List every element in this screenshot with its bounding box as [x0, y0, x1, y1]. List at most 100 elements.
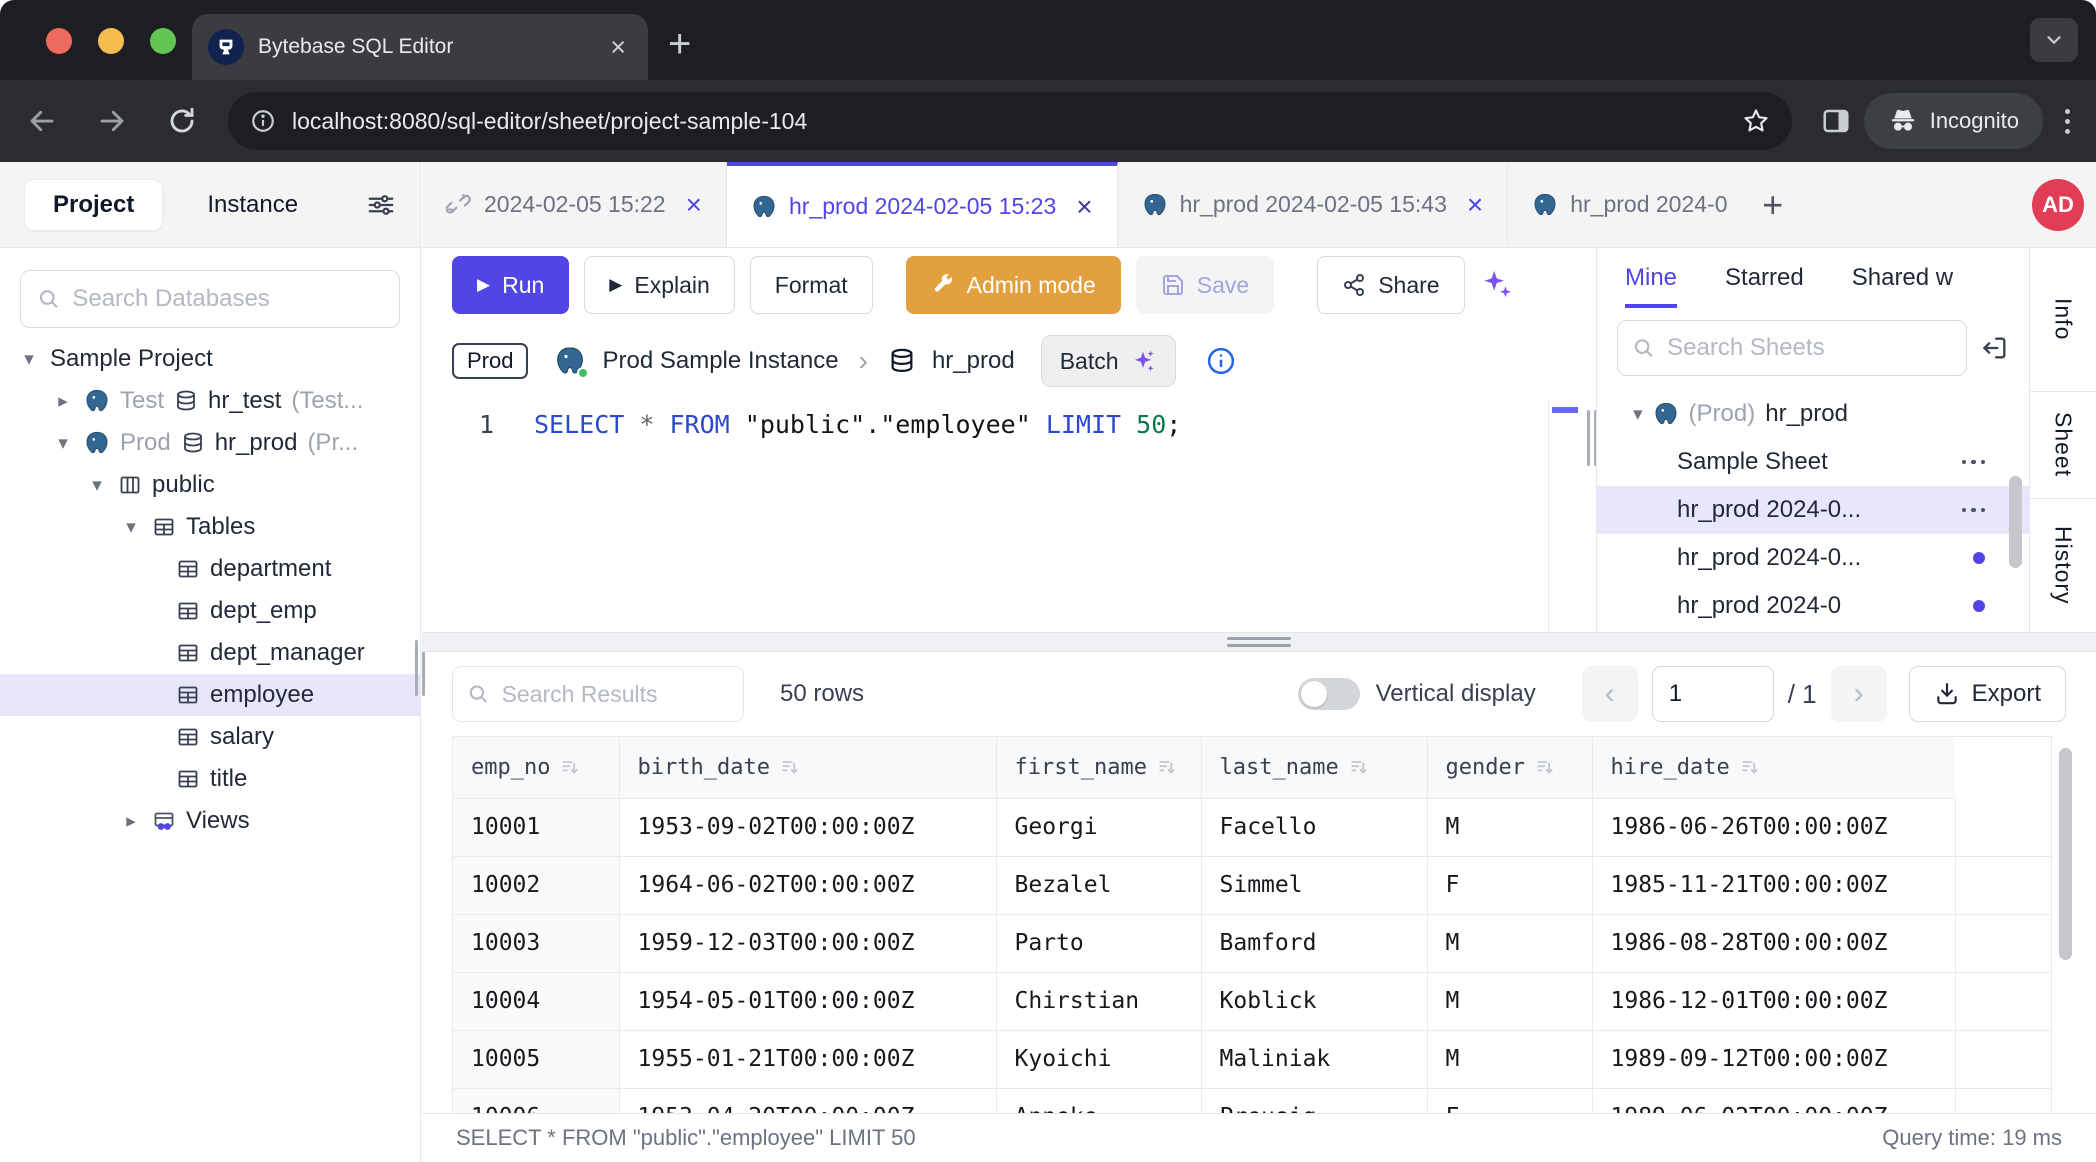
tree-item-table-dept-emp[interactable]: dept_emp: [0, 590, 420, 632]
run-button[interactable]: ▶Run: [452, 256, 569, 314]
cell-gender[interactable]: F: [1427, 856, 1592, 914]
cell-last-name[interactable]: Preusig: [1201, 1088, 1427, 1113]
minimize-window-button[interactable]: [98, 28, 124, 54]
cell-hire-date[interactable]: 1985-11-21T00:00:00Z: [1592, 856, 1955, 914]
close-tab-icon[interactable]: ×: [1467, 189, 1483, 221]
caret-down-icon[interactable]: ▾: [52, 432, 74, 455]
column-header[interactable]: hire_date: [1592, 737, 1955, 798]
tree-item-views[interactable]: ▸ Views: [0, 800, 420, 842]
tree-item-table-employee[interactable]: employee: [0, 674, 420, 716]
results-search-input[interactable]: [502, 681, 729, 708]
tree-item-db-prod[interactable]: ▾ Prod hr_prod (Pr...: [0, 422, 420, 464]
tab-list-chevron-icon[interactable]: [2030, 18, 2078, 62]
sheet-scrollbar[interactable]: [2009, 476, 2022, 568]
cell-last-name[interactable]: Maliniak: [1201, 1030, 1427, 1088]
browser-tab[interactable]: Bytebase SQL Editor ×: [192, 14, 648, 80]
results-search[interactable]: [452, 666, 744, 722]
cell-birth-date[interactable]: 1953-04-20T00:00:00Z: [619, 1088, 996, 1113]
cell-last-name[interactable]: Simmel: [1201, 856, 1427, 914]
cell-emp-no[interactable]: 10002: [453, 856, 619, 914]
caret-right-icon[interactable]: ▸: [52, 390, 74, 413]
cell-first-name[interactable]: Chirstian: [996, 972, 1201, 1030]
editor-tab-1[interactable]: 2024-02-05 15:22 ×: [422, 162, 727, 247]
cell-birth-date[interactable]: 1959-12-03T00:00:00Z: [619, 914, 996, 972]
close-tab-icon[interactable]: ×: [1076, 191, 1092, 223]
table-row[interactable]: 10006 1953-04-20T00:00:00Z Anneke Preusi…: [453, 1088, 2051, 1113]
table-row[interactable]: 10002 1964-06-02T00:00:00Z Bezalel Simme…: [453, 856, 2051, 914]
cell-last-name[interactable]: Facello: [1201, 798, 1427, 856]
sort-icon[interactable]: [1535, 757, 1555, 777]
table-row[interactable]: 10004 1954-05-01T00:00:00Z Chirstian Kob…: [453, 972, 2051, 1030]
sort-icon[interactable]: [1157, 757, 1177, 777]
database-search[interactable]: [20, 270, 400, 328]
sort-icon[interactable]: [1349, 757, 1369, 777]
site-info-icon[interactable]: [250, 108, 276, 134]
tab-mine[interactable]: Mine: [1625, 264, 1677, 308]
maximize-window-button[interactable]: [150, 28, 176, 54]
sheet-menu-icon[interactable]: [1962, 460, 1986, 465]
format-button[interactable]: Format: [750, 256, 873, 314]
cell-first-name[interactable]: Anneke: [996, 1088, 1201, 1113]
new-sheet-tab-button[interactable]: +: [1744, 184, 1801, 226]
cell-emp-no[interactable]: 10003: [453, 914, 619, 972]
cell-birth-date[interactable]: 1955-01-21T00:00:00Z: [619, 1030, 996, 1088]
filter-sliders-icon[interactable]: [366, 190, 396, 220]
admin-mode-button[interactable]: Admin mode: [906, 256, 1121, 314]
tree-item-table-title[interactable]: title: [0, 758, 420, 800]
cell-birth-date[interactable]: 1964-06-02T00:00:00Z: [619, 856, 996, 914]
url-text[interactable]: localhost:8080/sql-editor/sheet/project-…: [292, 108, 1742, 135]
cell-gender[interactable]: F: [1427, 1088, 1592, 1113]
cell-hire-date[interactable]: 1986-08-28T00:00:00Z: [1592, 914, 1955, 972]
tree-item-schema-public[interactable]: ▾ public: [0, 464, 420, 506]
save-button[interactable]: Save: [1136, 256, 1274, 314]
column-header[interactable]: emp_no: [453, 737, 619, 798]
export-button[interactable]: Export: [1909, 666, 2066, 722]
column-header[interactable]: last_name: [1201, 737, 1427, 798]
tree-item-db-test[interactable]: ▸ Test hr_test (Test...: [0, 380, 420, 422]
url-bar[interactable]: localhost:8080/sql-editor/sheet/project-…: [228, 92, 1792, 150]
tab-instance[interactable]: Instance: [207, 191, 298, 219]
caret-down-icon[interactable]: ▾: [86, 474, 108, 497]
back-button[interactable]: [14, 93, 70, 149]
close-window-button[interactable]: [46, 28, 72, 54]
cell-first-name[interactable]: Georgi: [996, 798, 1201, 856]
column-header[interactable]: birth_date: [619, 737, 996, 798]
tree-item-tables[interactable]: ▾ Tables: [0, 506, 420, 548]
results-resize-divider[interactable]: [422, 632, 2096, 652]
cell-first-name[interactable]: Parto: [996, 914, 1201, 972]
cell-emp-no[interactable]: 10006: [453, 1088, 619, 1113]
sort-icon[interactable]: [780, 757, 800, 777]
cell-hire-date[interactable]: 1989-06-02T00:00:00Z: [1592, 1088, 1955, 1113]
sheet-item-selected[interactable]: hr_prod 2024-0...: [1597, 486, 2029, 534]
batch-button[interactable]: Batch: [1041, 335, 1176, 387]
tab-starred[interactable]: Starred: [1725, 264, 1804, 308]
sort-icon[interactable]: [1740, 757, 1760, 777]
cell-first-name[interactable]: Bezalel: [996, 856, 1201, 914]
cell-emp-no[interactable]: 10001: [453, 798, 619, 856]
caret-down-icon[interactable]: ▾: [120, 516, 142, 539]
editor-tab-4[interactable]: hr_prod 2024-0: [1508, 162, 1744, 247]
caret-down-icon[interactable]: ▾: [18, 348, 40, 371]
page-input[interactable]: [1652, 666, 1774, 722]
database-search-input[interactable]: [72, 285, 383, 313]
bookmark-star-icon[interactable]: [1742, 107, 1770, 135]
tab-sheet[interactable]: Sheet: [2030, 392, 2096, 498]
info-icon[interactable]: [1206, 346, 1236, 376]
sheet-item-unsaved-1[interactable]: hr_prod 2024-0...: [1597, 534, 2029, 582]
table-scrollbar[interactable]: [2059, 748, 2072, 960]
table-row[interactable]: 10001 1953-09-02T00:00:00Z Georgi Facell…: [453, 798, 2051, 856]
tab-shared[interactable]: Shared w: [1852, 264, 1953, 308]
import-sheet-icon[interactable]: [1981, 334, 2009, 362]
sql-line-1[interactable]: 1 SELECT * FROM "public"."employee" LIMI…: [422, 400, 1596, 439]
explain-button[interactable]: ▶Explain: [584, 256, 735, 314]
forward-button[interactable]: [84, 93, 140, 149]
next-page-button[interactable]: ›: [1831, 666, 1887, 722]
cell-emp-no[interactable]: 10005: [453, 1030, 619, 1088]
new-tab-button[interactable]: +: [668, 22, 691, 67]
reload-button[interactable]: [154, 93, 210, 149]
cell-emp-no[interactable]: 10004: [453, 972, 619, 1030]
browser-tab-close-icon[interactable]: ×: [606, 34, 630, 61]
editor-tab-3[interactable]: hr_prod 2024-02-05 15:43 ×: [1118, 162, 1509, 247]
sheet-group-hr-prod[interactable]: ▾ (Prod) hr_prod: [1597, 390, 2029, 438]
cell-gender[interactable]: M: [1427, 1030, 1592, 1088]
